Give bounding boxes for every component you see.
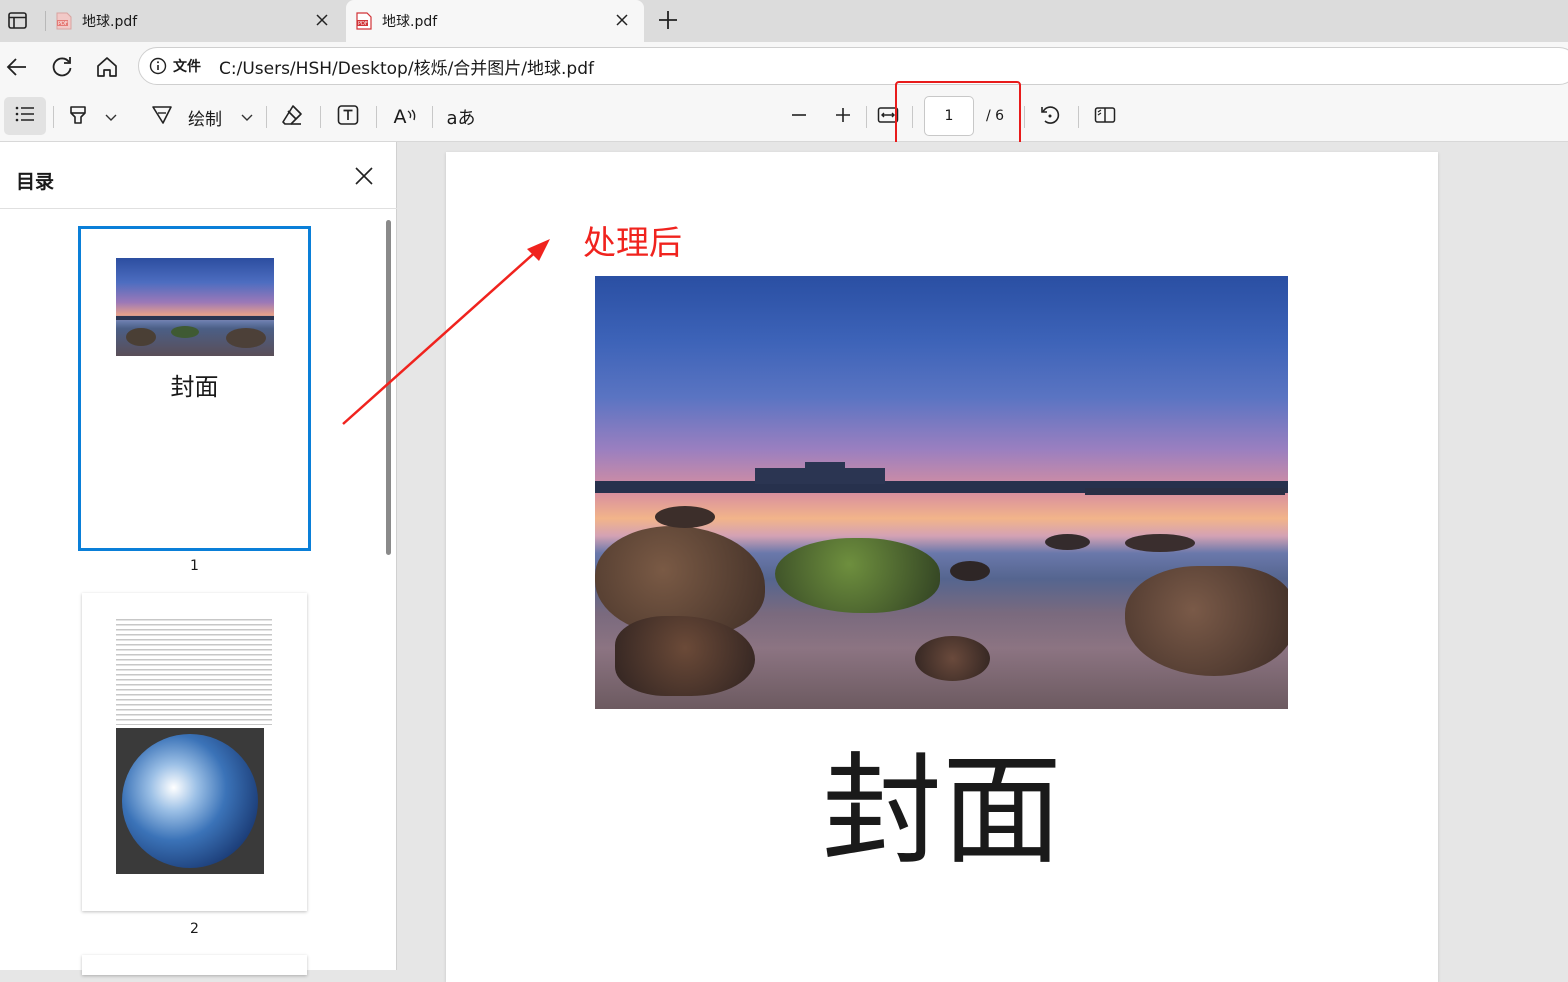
page-view-button[interactable]	[1090, 104, 1120, 130]
read-aloud-icon: A	[394, 106, 417, 128]
close-sidebar-icon[interactable]	[352, 164, 376, 188]
info-icon[interactable]	[149, 57, 167, 75]
thumbnail-1-image	[116, 258, 274, 356]
thumbnail-2-text-block	[116, 619, 272, 725]
draw-options-chevron-down-icon[interactable]	[236, 108, 258, 128]
pdf-page: 处理后 封面	[446, 152, 1438, 982]
sidebar-header: 目录	[0, 142, 397, 209]
sidebar-title: 目录	[16, 171, 55, 193]
rotate-icon	[1039, 104, 1061, 130]
text-box-icon	[336, 103, 360, 131]
tab-1-title: 地球.pdf	[82, 14, 138, 30]
read-aloud-button[interactable]: A	[390, 104, 420, 130]
zoom-out-icon	[790, 106, 808, 128]
tab-2-active[interactable]: PDF 地球.pdf	[346, 0, 644, 42]
draw-label: 绘制	[188, 109, 222, 130]
sidebar-toggle-icon[interactable]	[6, 9, 30, 33]
eraser-icon	[280, 103, 304, 131]
tab-2-title: 地球.pdf	[382, 14, 438, 30]
cover-title: 封面	[822, 742, 1062, 881]
new-tab-icon[interactable]	[656, 8, 680, 32]
contents-icon	[14, 105, 36, 127]
highlighter-icon	[67, 104, 89, 130]
back-icon[interactable]	[4, 54, 30, 80]
close-icon[interactable]	[612, 10, 632, 30]
zoom-out-button[interactable]	[786, 104, 812, 130]
pdf-icon: PDF	[56, 12, 72, 30]
erase-button[interactable]	[278, 104, 306, 130]
tab-bar: PDF 地球.pdf PDF 地球.pdf	[0, 0, 1568, 42]
page-thumbnail-2[interactable]	[82, 593, 307, 911]
thumbnail-2-earth-image	[116, 728, 264, 874]
tab-1[interactable]: PDF 地球.pdf	[48, 0, 344, 42]
add-text-button[interactable]	[334, 104, 362, 130]
highlight-button[interactable]	[64, 104, 92, 130]
address-bar[interactable]: 文件 C:/Users/HSH/Desktop/核烁/合并图片/地球.pdf	[138, 47, 1568, 85]
close-icon[interactable]	[312, 10, 332, 30]
two-page-icon	[1094, 106, 1116, 128]
svg-text:PDF: PDF	[358, 21, 368, 27]
highlight-options-chevron-down-icon[interactable]	[100, 108, 122, 128]
address-path[interactable]: C:/Users/HSH/Desktop/核烁/合并图片/地球.pdf	[219, 54, 594, 79]
annotation-arrow	[342, 239, 550, 425]
zoom-in-button[interactable]	[830, 104, 856, 130]
protocol-label: 文件	[173, 59, 201, 75]
svg-text:PDF: PDF	[58, 21, 68, 27]
draw-button[interactable]: 绘制	[146, 102, 234, 132]
page-thumbnail-3[interactable]	[82, 955, 307, 975]
refresh-icon[interactable]	[49, 54, 75, 80]
thumbnail-1-caption: 封面	[170, 373, 219, 401]
home-icon[interactable]	[94, 54, 120, 80]
rotate-button[interactable]	[1036, 104, 1064, 130]
translate-icon: aあ	[446, 108, 476, 129]
annotation-label: 处理后	[583, 223, 682, 262]
cover-photo	[595, 276, 1288, 709]
read-aloud-glyph: A	[393, 106, 407, 128]
translate-button[interactable]: aあ	[444, 104, 478, 130]
thumbnail-2-number: 2	[190, 921, 199, 937]
zoom-in-icon	[834, 106, 852, 128]
thumbnail-1-number: 1	[190, 558, 199, 574]
draw-icon	[150, 103, 174, 131]
tab-divider	[45, 11, 46, 31]
pdf-icon: PDF	[356, 12, 372, 30]
contents-button[interactable]	[4, 97, 46, 135]
page-thumbnail-1[interactable]: 封面	[78, 226, 311, 551]
